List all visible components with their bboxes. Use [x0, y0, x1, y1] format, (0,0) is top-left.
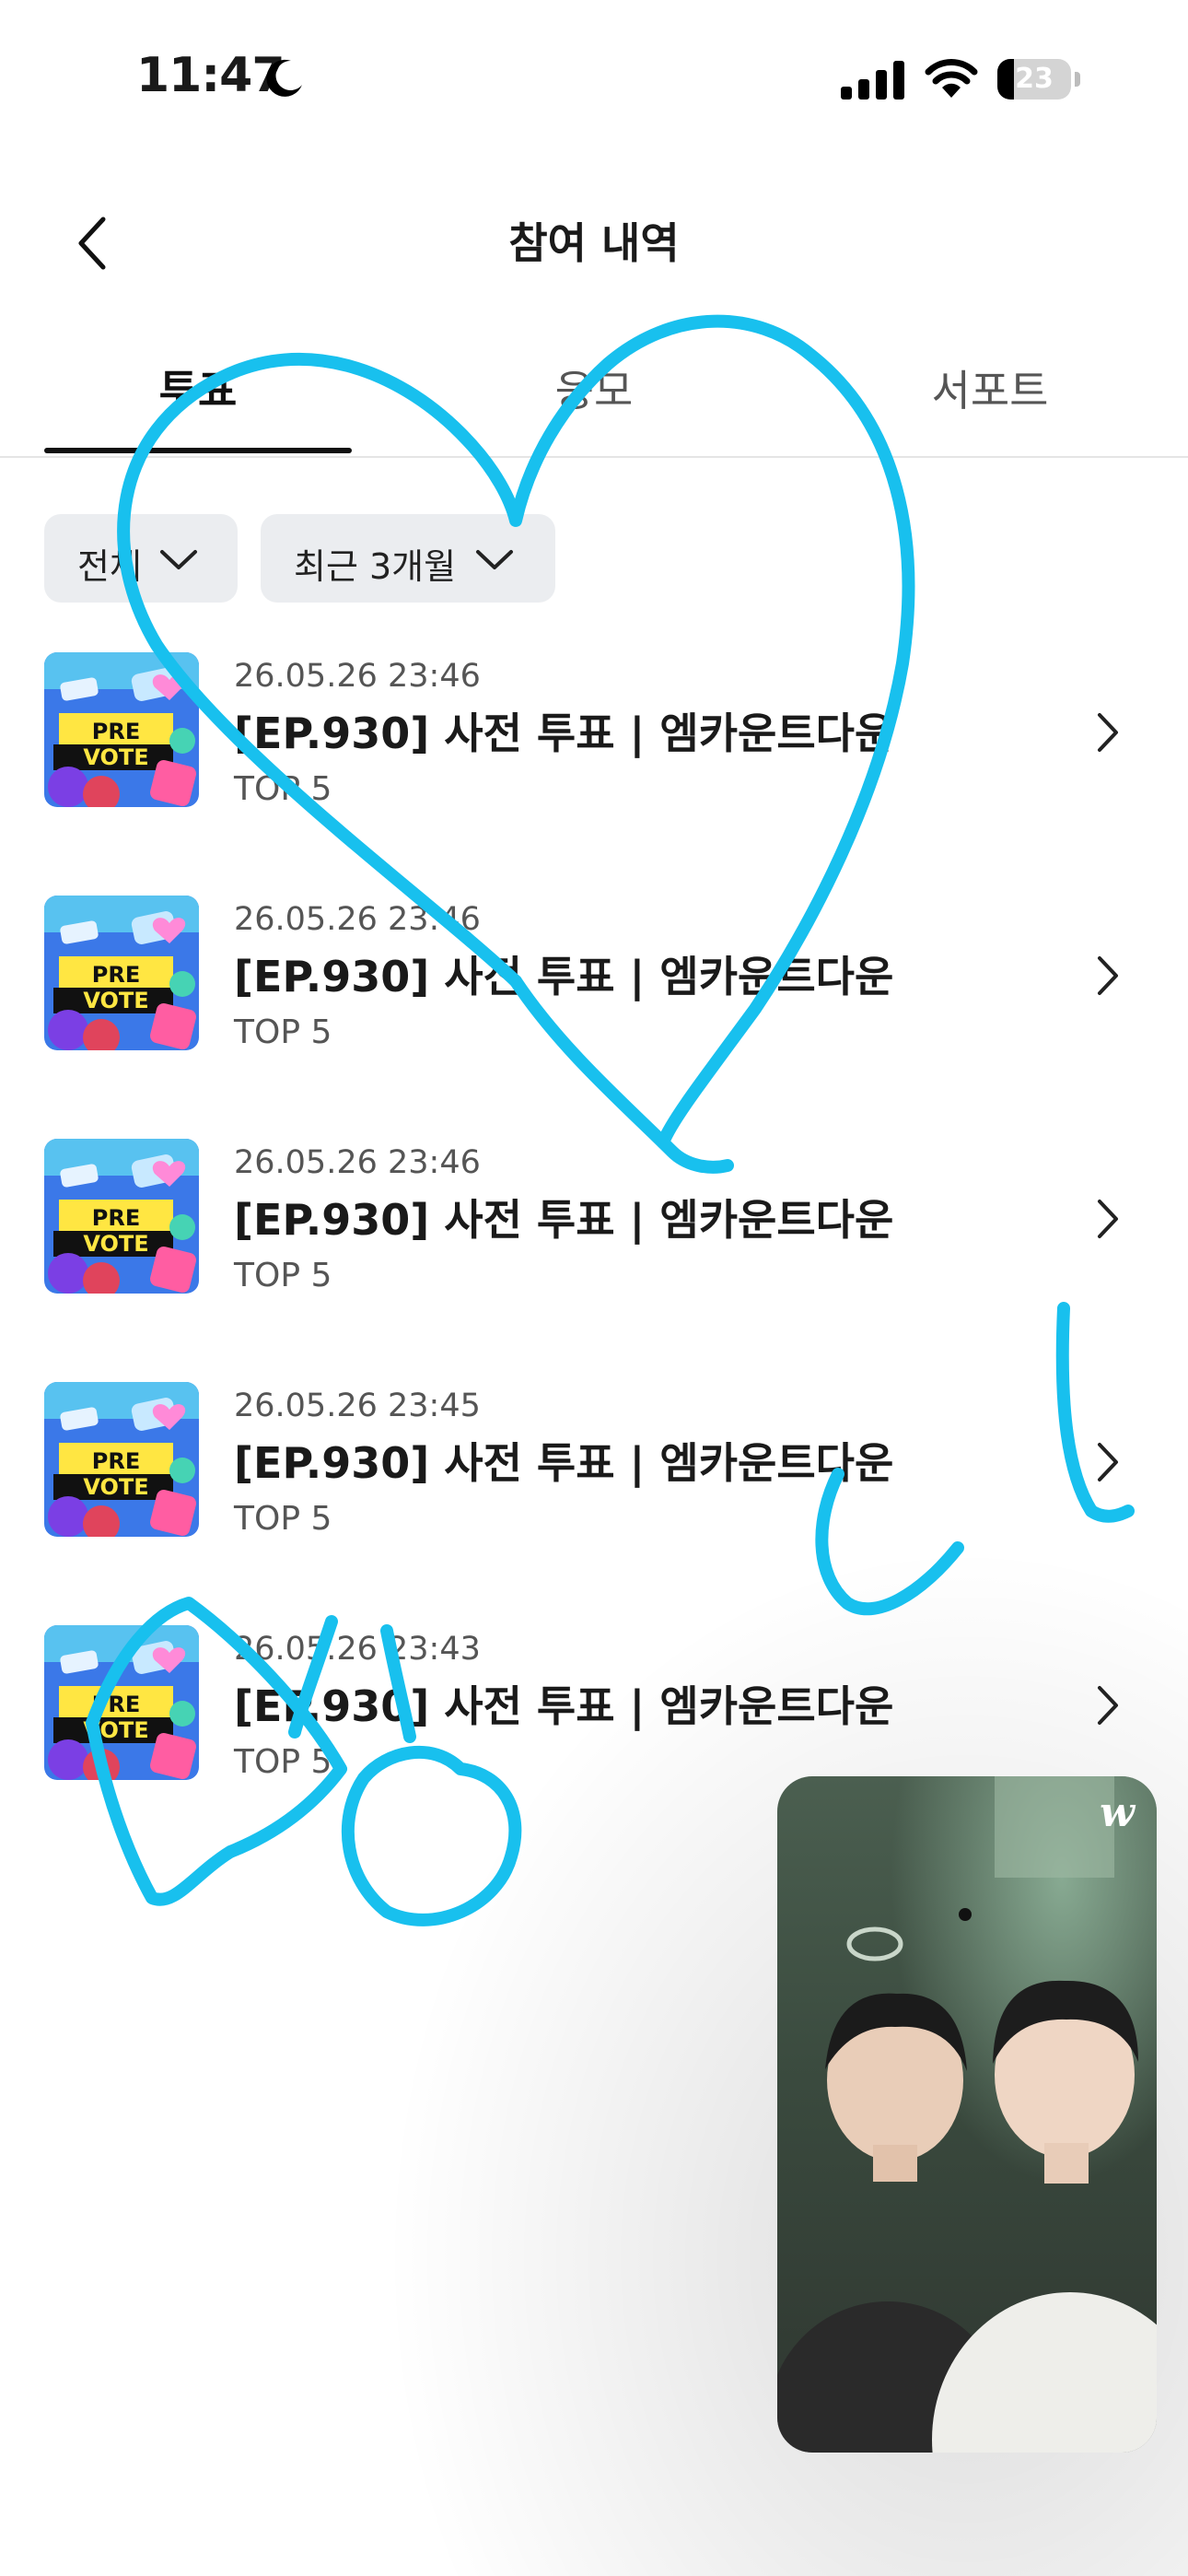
tab-divider [0, 456, 1188, 458]
list-item[interactable]: PRE VOTE 26.05.26 23:46 [EP.930] 사전 투표 | 엠카… [0, 896, 1188, 1080]
thumb-text-vote: VOTE [83, 1717, 148, 1743]
list-item[interactable]: PRE VOTE 26.05.26 23:45 [EP.930] 사전 투표 | 엠카… [0, 1382, 1188, 1566]
thumb-text-pre: PRE [92, 962, 140, 988]
wifi-icon [925, 59, 978, 98]
item-subtitle: TOP 5 [234, 770, 332, 808]
thumb-text-vote: VOTE [83, 1474, 148, 1500]
chevron-right-icon [1098, 1443, 1118, 1481]
item-date: 26.05.26 23:45 [234, 1388, 481, 1424]
item-subtitle: TOP 5 [234, 1257, 332, 1294]
filter-all-label: 전체 [77, 546, 142, 587]
thumb-text-pre: PRE [92, 1205, 140, 1231]
chevron-right-icon [1098, 713, 1118, 752]
video-pip[interactable]: w [777, 1776, 1157, 2453]
status-time: 11:47 [136, 48, 285, 103]
item-title: [EP.930] 사전 투표 | 엠카운트다운 [234, 1681, 894, 1731]
item-date: 26.05.26 23:46 [234, 901, 481, 938]
thumb-text-pre: PRE [92, 719, 140, 744]
battery-text: 23 [1015, 63, 1054, 95]
item-subtitle: TOP 5 [234, 1013, 332, 1051]
pre-vote-thumbnail: PRE VOTE [44, 896, 199, 1050]
item-subtitle: TOP 5 [234, 1743, 332, 1781]
item-date: 26.05.26 23:46 [234, 1144, 481, 1181]
filter-period-label: 최근 3개월 [294, 546, 457, 587]
thumb-text-pre: PRE [92, 1448, 140, 1474]
tab-vote[interactable]: 투표 [0, 357, 396, 418]
thumb-text-vote: VOTE [83, 744, 148, 770]
pre-vote-thumbnail: PRE VOTE [44, 1625, 199, 1780]
list-item[interactable]: PRE VOTE 26.05.26 23:46 [EP.930] 사전 투표 | 엠카… [0, 652, 1188, 837]
pre-vote-thumbnail: PRE VOTE [44, 652, 199, 807]
video-frame [777, 1776, 1157, 2453]
pre-vote-thumbnail: PRE VOTE [44, 1382, 199, 1537]
pre-vote-thumbnail: PRE VOTE [44, 1139, 199, 1294]
item-title: [EP.930] 사전 투표 | 엠카운트다운 [234, 1195, 894, 1245]
battery-indicator: 23 [997, 59, 1082, 100]
thumb-text-pre: PRE [92, 1692, 140, 1717]
item-title: [EP.930] 사전 투표 | 엠카운트다운 [234, 708, 894, 758]
chevron-down-icon [160, 550, 197, 569]
item-title: [EP.930] 사전 투표 | 엠카운트다운 [234, 952, 894, 1001]
tab-support[interactable]: 서포트 [792, 357, 1188, 418]
item-subtitle: TOP 5 [234, 1500, 332, 1538]
item-date: 26.05.26 23:46 [234, 658, 481, 695]
signal-icon [841, 61, 904, 100]
item-date: 26.05.26 23:43 [234, 1631, 481, 1668]
chevron-right-icon [1098, 1686, 1118, 1725]
filter-period-dropdown[interactable]: 최근 3개월 [261, 514, 555, 603]
tab-entry[interactable]: 응모 [396, 357, 792, 418]
list-item[interactable]: PRE VOTE 26.05.26 23:46 [EP.930] 사전 투표 | 엠카… [0, 1139, 1188, 1323]
thumb-text-vote: VOTE [83, 1231, 148, 1257]
moon-icon [266, 59, 302, 97]
item-title: [EP.930] 사전 투표 | 엠카운트다운 [234, 1438, 894, 1488]
chevron-right-icon [1098, 1200, 1118, 1238]
weverse-logo: w [1100, 1789, 1135, 1836]
chevron-right-icon [1098, 956, 1118, 995]
page-title: 참여 내역 [508, 218, 680, 268]
tab-active-indicator [44, 448, 352, 453]
chevron-down-icon [476, 550, 513, 569]
filter-all-dropdown[interactable]: 전체 [44, 514, 238, 603]
thumb-text-vote: VOTE [83, 988, 148, 1013]
